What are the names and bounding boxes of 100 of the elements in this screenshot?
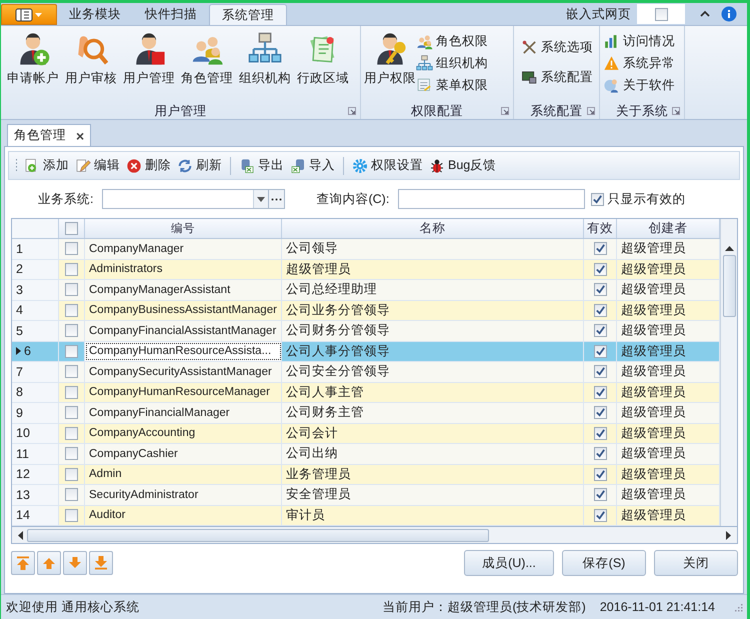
valid-checkbox[interactable] (594, 344, 606, 358)
ribbon-button[interactable]: 用户管理 (120, 30, 178, 89)
valid-checkbox[interactable] (594, 242, 606, 256)
scroll-thumb[interactable] (27, 528, 489, 542)
row-checkbox[interactable] (65, 488, 78, 502)
scroll-right-icon[interactable] (726, 530, 731, 540)
row-checkbox[interactable] (65, 468, 78, 481)
row-checkbox[interactable] (65, 344, 78, 358)
column-header[interactable]: 编号 (85, 219, 282, 238)
table-row[interactable]: 3 CompanyManagerAssistant 公司总经理助理 超级管理员 (12, 280, 720, 300)
toolbar-button[interactable]: 导入 (290, 157, 335, 174)
dialog-button[interactable]: 关闭 (654, 550, 738, 576)
valid-checkbox[interactable] (594, 468, 606, 481)
dialog-launcher-icon[interactable] (348, 107, 356, 115)
row-checkbox[interactable] (65, 508, 78, 522)
valid-checkbox[interactable] (591, 192, 604, 206)
row-checkbox[interactable] (65, 262, 78, 276)
ribbon-button[interactable]: 行政区域 (294, 30, 352, 89)
table-row[interactable]: 4 CompanyBusinessAssistantManager 公司业务分管领导 超级管理员 (12, 300, 720, 321)
ribbon-button[interactable]: 组织机构 (236, 30, 294, 89)
table-row[interactable]: 5 CompanyFinancialAssistantManager 公司财务分管领导 超级管理员 (12, 321, 720, 342)
valid-checkbox[interactable] (594, 386, 606, 399)
ribbon-button[interactable]: 组织机构 (416, 54, 488, 72)
toolbar-button[interactable]: 删除 (126, 157, 171, 174)
valid-checkbox[interactable] (594, 488, 606, 502)
toolbar-button[interactable]: 导出 (239, 157, 284, 174)
table-row[interactable]: 6 CompanyHumanResourceAssista... 公司人事分管领导 超级管理员 (12, 342, 720, 362)
ribbon-button[interactable]: 用户审核 (62, 30, 120, 89)
table-row[interactable]: 13 SecurityAdministrator 安全管理员 超级管理员 (12, 485, 720, 506)
row-checkbox[interactable] (65, 242, 78, 256)
scroll-left-icon[interactable] (18, 530, 23, 540)
valid-checkbox[interactable] (594, 304, 606, 317)
app-menu-button[interactable] (1, 4, 57, 25)
ribbon-tab[interactable]: 业务模块 (57, 4, 133, 25)
column-header[interactable]: 名称 (282, 219, 584, 238)
resize-grip-icon[interactable] (733, 602, 743, 612)
row-checkbox[interactable] (65, 283, 78, 296)
row-checkbox[interactable] (65, 426, 78, 440)
row-checkbox[interactable] (65, 447, 78, 460)
row-checkbox[interactable] (65, 406, 78, 420)
toolbar-button[interactable]: 权限设置 (352, 157, 423, 174)
row-checkbox[interactable] (65, 304, 78, 317)
toolbar-button[interactable]: 添加 (24, 157, 69, 174)
valid-checkbox[interactable] (594, 324, 606, 338)
query-field[interactable] (398, 189, 586, 209)
ribbon-tab[interactable]: 系统管理 (209, 4, 287, 25)
table-row[interactable]: 7 CompanySecurityAssistantManager 公司安全分管领导 超级管理员 (12, 362, 720, 382)
horizontal-scrollbar[interactable] (11, 526, 738, 544)
move-button[interactable] (37, 551, 61, 575)
table-row[interactable]: 8 CompanyHumanResourceManager 公司人事主管 超级管理员 (12, 382, 720, 403)
row-checkbox[interactable] (65, 324, 78, 338)
dialog-launcher-icon[interactable] (672, 107, 680, 115)
toolbar-button[interactable]: Bug反馈 (429, 157, 496, 174)
ribbon-button[interactable]: 访问情况 (603, 32, 675, 50)
table-row[interactable]: 11 CompanyCashier 公司出纳 超级管理员 (12, 444, 720, 464)
table-row[interactable]: 14 Auditor 审计员 超级管理员 (12, 506, 720, 526)
table-row[interactable]: 1 CompanyManager 公司领导 超级管理员 (12, 239, 720, 260)
ribbon-button[interactable]: 申请帐户 (4, 30, 62, 89)
ribbon-button[interactable]: 用户权限 (364, 30, 416, 89)
dialog-button[interactable]: 保存(S) (562, 550, 646, 576)
valid-checkbox[interactable] (594, 447, 606, 460)
vertical-scrollbar[interactable] (720, 219, 737, 526)
valid-checkbox[interactable] (594, 365, 606, 378)
dialog-launcher-icon[interactable] (501, 107, 509, 115)
valid-checkbox[interactable] (594, 283, 606, 296)
browse-button[interactable] (269, 189, 286, 209)
valid-checkbox[interactable] (594, 262, 606, 276)
toolbar-button[interactable]: 编辑 (75, 157, 120, 174)
row-checkbox[interactable] (65, 365, 78, 378)
ribbon-button[interactable]: 关于软件 (603, 76, 675, 94)
move-button[interactable] (11, 551, 35, 575)
toolbar-button[interactable]: 刷新 (177, 157, 222, 174)
select-all-checkbox[interactable] (65, 222, 78, 235)
column-header[interactable]: 有效 (584, 219, 617, 238)
table-row[interactable]: 10 CompanyAccounting 公司会计 超级管理员 (12, 424, 720, 444)
scroll-thumb[interactable] (722, 255, 736, 317)
ribbon-button[interactable]: 系统配置 (521, 68, 593, 86)
group-title: 用户管理 (154, 102, 206, 120)
table-row[interactable]: 9 CompanyFinancialManager 公司财务主管 超级管理员 (12, 403, 720, 424)
dialog-launcher-icon[interactable] (587, 107, 595, 115)
embed-checkbox[interactable] (654, 8, 668, 20)
ribbon-button[interactable]: 菜单权限 (416, 76, 488, 94)
table-row[interactable]: 12 Admin 业务管理员 超级管理员 (12, 464, 720, 485)
ribbon-button[interactable]: 角色管理 (178, 30, 236, 89)
move-button[interactable] (63, 551, 87, 575)
move-button[interactable] (89, 551, 113, 575)
ribbon-button[interactable]: 角色权限 (416, 32, 488, 50)
dialog-button[interactable]: 成员(U)... (464, 550, 554, 576)
ribbon-button[interactable]: 系统选项 (521, 38, 593, 56)
info-icon[interactable] (721, 6, 737, 22)
valid-checkbox[interactable] (594, 406, 606, 420)
document-tab[interactable]: 角色管理 × (7, 124, 92, 146)
valid-checkbox[interactable] (594, 508, 606, 522)
ribbon-tab[interactable]: 快件扫描 (133, 4, 209, 25)
row-checkbox[interactable] (65, 386, 78, 399)
ribbon-button[interactable]: 系统异常 (603, 54, 675, 72)
close-tab-button[interactable]: × (76, 128, 84, 144)
valid-checkbox[interactable] (594, 426, 606, 440)
table-row[interactable]: 2 Administrators 超级管理员 超级管理员 (12, 260, 720, 280)
scroll-up-icon[interactable] (724, 246, 734, 251)
